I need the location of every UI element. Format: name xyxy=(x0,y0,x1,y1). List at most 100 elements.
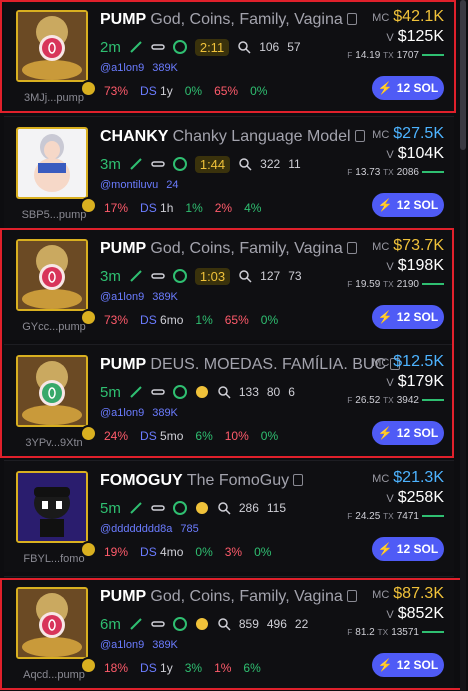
creator-handle[interactable]: @a1lon9 xyxy=(100,407,144,419)
quick-buy-button[interactable]: ⚡ 12 SOL xyxy=(372,305,444,329)
token-card[interactable]: 3MJj...pump PUMP God, Coins, Family, Vagi… xyxy=(4,0,454,112)
tx-label: TX xyxy=(383,511,394,521)
token-address[interactable]: SBP5...pump xyxy=(4,209,104,221)
quick-buy-button[interactable]: ⚡ 12 SOL xyxy=(372,76,444,100)
search-icon[interactable] xyxy=(238,157,252,171)
bundle-pct: 6% xyxy=(243,661,261,675)
volume: V $179K xyxy=(386,373,444,391)
leaf-icon[interactable] xyxy=(129,269,143,283)
search-icon[interactable] xyxy=(238,269,252,283)
dexscreener-badge[interactable]: DS 5mo xyxy=(140,429,183,443)
token-name: God, Coins, Family, Vagina xyxy=(150,588,343,605)
fee-value: 13.73 xyxy=(355,167,381,178)
token-image[interactable] xyxy=(16,239,88,311)
link-icon[interactable] xyxy=(151,385,165,399)
followers-value: 785 xyxy=(180,523,199,535)
search-icon[interactable] xyxy=(217,385,231,399)
tx-bar xyxy=(422,399,444,402)
pie-icon[interactable] xyxy=(172,617,187,631)
pie-icon[interactable] xyxy=(172,269,187,283)
insider-pct: 3% xyxy=(224,545,243,559)
quick-buy-button[interactable]: ⚡ 12 SOL xyxy=(372,537,444,561)
volume-label: V xyxy=(386,609,394,621)
volume-value: $179K xyxy=(397,373,444,390)
copy-icon[interactable] xyxy=(354,130,365,142)
dexscreener-badge[interactable]: DS 4mo xyxy=(140,545,183,559)
ds-age: 1y xyxy=(160,84,173,98)
quick-buy-button[interactable]: ⚡ 12 SOL xyxy=(372,421,444,445)
dexscreener-badge[interactable]: DS 1y xyxy=(140,661,173,675)
token-card[interactable]: FBYL...fomo FOMOGUY The FomoGuy 5m 286 115 @d… xyxy=(4,460,454,572)
creator-handle[interactable]: @montiluvu xyxy=(100,179,158,191)
dexscreener-badge[interactable]: DS 1h xyxy=(140,201,173,215)
token-address[interactable]: FBYL...fomo xyxy=(4,553,104,565)
token-image[interactable] xyxy=(16,587,88,659)
creator-handle[interactable]: @dddddddd8a xyxy=(100,523,172,535)
leaf-icon[interactable] xyxy=(129,501,143,515)
scrollbar-thumb[interactable] xyxy=(460,0,466,150)
dollar-icon[interactable] xyxy=(195,385,209,399)
token-age: 5m xyxy=(100,383,121,401)
token-image[interactable] xyxy=(16,471,88,543)
token-card[interactable]: Aqcd...pump PUMP God, Coins, Family, Vagi… xyxy=(4,576,454,688)
token-meta-row: 3m 1:44 322 11 xyxy=(100,155,301,173)
leaf-icon[interactable] xyxy=(129,617,143,631)
mc-value: $87.3K xyxy=(393,585,444,602)
token-image[interactable] xyxy=(16,355,88,427)
mc-label: MC xyxy=(372,357,390,369)
token-meta-row: 6m 859 496 22 xyxy=(100,615,308,633)
bundle-pct: 4% xyxy=(244,201,262,215)
pie-icon[interactable] xyxy=(172,40,187,54)
followers-count: 24 xyxy=(166,179,178,191)
dollar-icon[interactable] xyxy=(195,501,209,515)
followers-value: 389K xyxy=(152,639,178,651)
tx-value: 3942 xyxy=(396,395,419,406)
leaf-icon[interactable] xyxy=(129,385,143,399)
token-title: FOMOGUY The FomoGuy xyxy=(100,472,304,490)
market-cap: MC $42.1K xyxy=(372,8,444,26)
link-icon[interactable] xyxy=(151,157,165,171)
quick-buy-button[interactable]: ⚡ 12 SOL xyxy=(372,193,444,217)
pie-icon[interactable] xyxy=(172,501,187,515)
token-image[interactable] xyxy=(16,10,88,82)
followers-count: 785 xyxy=(180,523,198,535)
pro-traders-stat: 115 xyxy=(267,501,286,515)
scrollbar[interactable] xyxy=(460,0,466,691)
link-icon[interactable] xyxy=(151,501,165,515)
creator-handle[interactable]: @a1lon9 xyxy=(100,62,144,74)
pie-icon[interactable] xyxy=(172,385,187,399)
copy-icon[interactable] xyxy=(346,590,357,602)
token-card[interactable]: GYcc...pump PUMP God, Coins, Family, Vagi… xyxy=(4,228,454,340)
leaf-icon[interactable] xyxy=(129,40,143,54)
copy-icon[interactable] xyxy=(346,13,357,25)
pro-traders-stat: 496 xyxy=(267,617,287,631)
dexscreener-badge[interactable]: DS 1y xyxy=(140,84,173,98)
tx-bar xyxy=(422,283,444,286)
search-icon[interactable] xyxy=(217,617,231,631)
copy-icon[interactable] xyxy=(346,242,357,254)
link-icon[interactable] xyxy=(151,40,165,54)
fee-label: F xyxy=(347,279,353,289)
token-address[interactable]: GYcc...pump xyxy=(4,321,104,333)
creator-handle[interactable]: @a1lon9 xyxy=(100,639,144,651)
search-icon[interactable] xyxy=(237,40,251,54)
link-icon[interactable] xyxy=(151,617,165,631)
token-card[interactable]: SBP5...pump CHANKY Chanky Language Model 3… xyxy=(4,116,454,228)
leaf-icon[interactable] xyxy=(129,157,143,171)
link-icon[interactable] xyxy=(151,269,165,283)
token-address[interactable]: 3YPv...9Xtn xyxy=(4,437,104,449)
top-holders-pct: 18% xyxy=(104,661,129,675)
token-address[interactable]: Aqcd...pump xyxy=(4,669,104,681)
token-image[interactable] xyxy=(16,127,88,199)
creator-row: @a1lon9 389K xyxy=(100,407,178,419)
volume-value: $198K xyxy=(397,257,444,274)
token-card[interactable]: 3YPv...9Xtn PUMP DEUS. MOEDAS. FAMÍLIA. B… xyxy=(4,344,454,456)
token-address[interactable]: 3MJj...pump xyxy=(4,92,104,104)
creator-handle[interactable]: @a1lon9 xyxy=(100,291,144,303)
quick-buy-button[interactable]: ⚡ 12 SOL xyxy=(372,653,444,677)
dexscreener-badge[interactable]: DS 6mo xyxy=(140,313,183,327)
pie-icon[interactable] xyxy=(172,157,187,171)
search-icon[interactable] xyxy=(217,501,231,515)
dollar-icon[interactable] xyxy=(195,617,209,631)
copy-icon[interactable] xyxy=(293,474,304,486)
